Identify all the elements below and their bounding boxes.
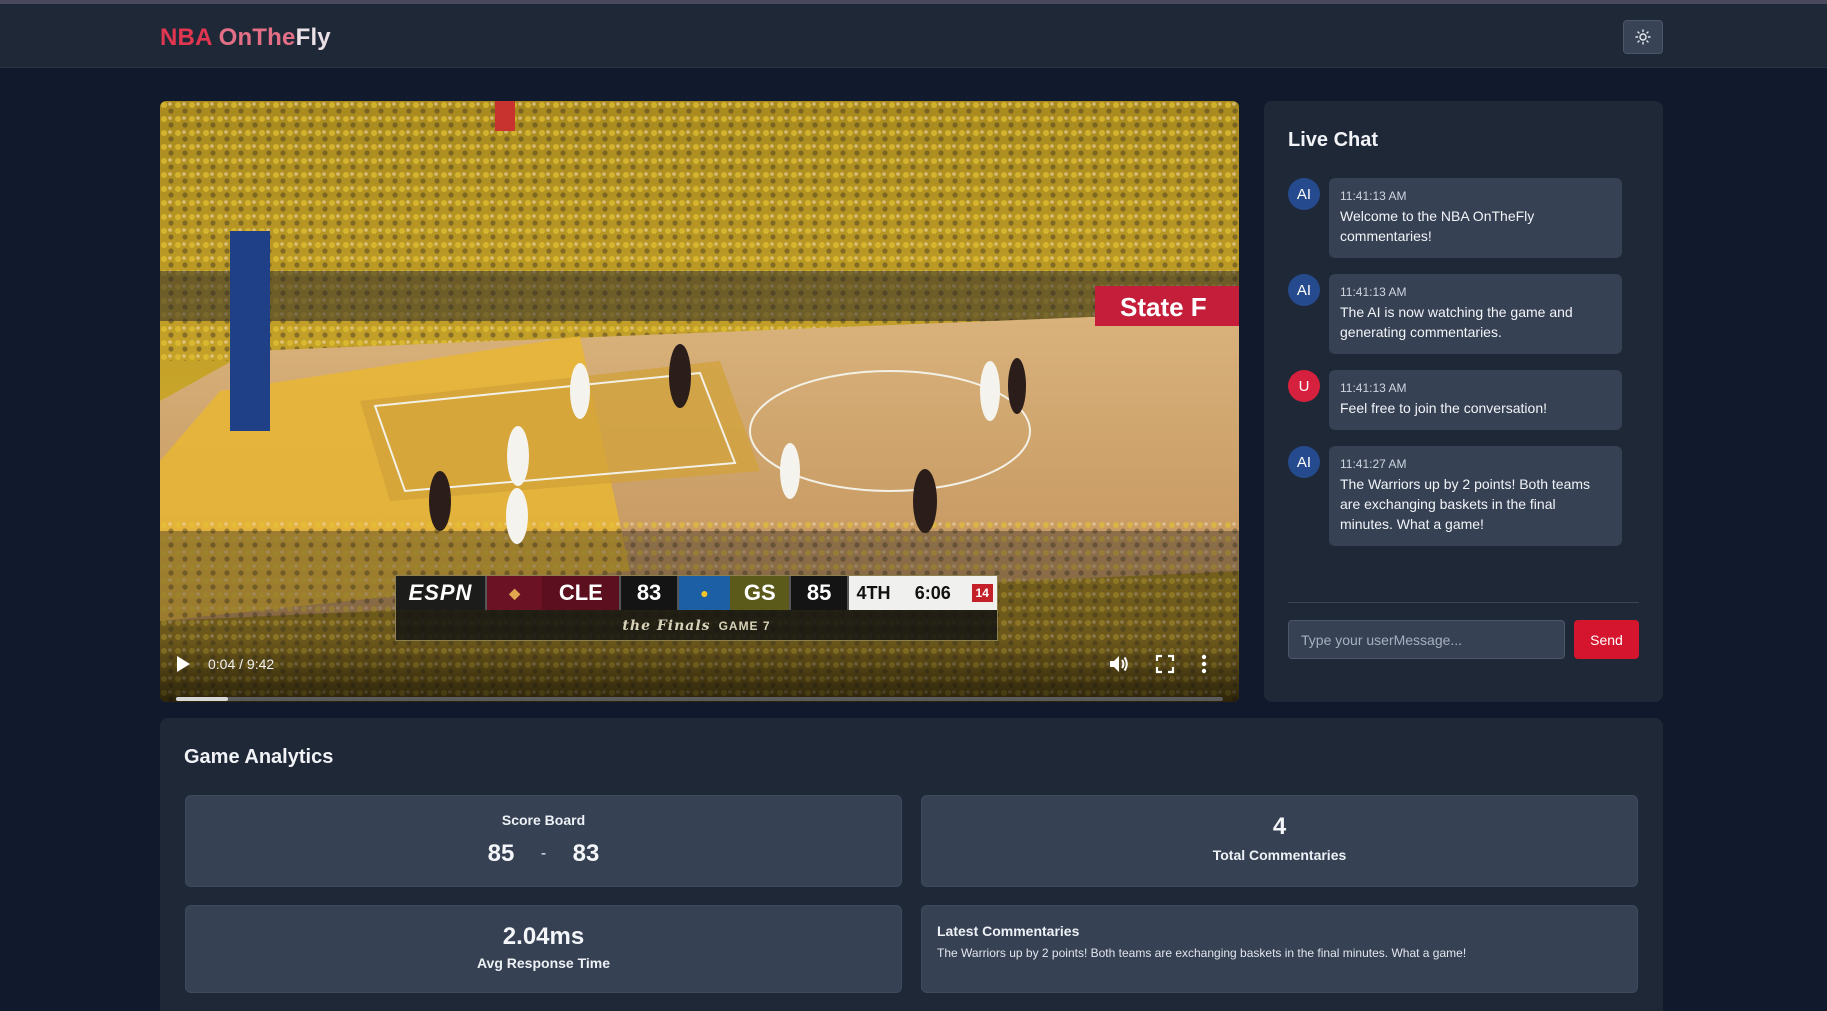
live-chat-panel: Live Chat AI 11:41:13 AM Welcome to the … bbox=[1264, 101, 1663, 702]
video-time-display: 0:04 / 9:42 bbox=[208, 656, 275, 672]
send-button[interactable]: Send bbox=[1574, 620, 1639, 659]
latest-commentaries-label: Latest Commentaries bbox=[937, 923, 1080, 939]
video-progress-bar[interactable] bbox=[176, 697, 1223, 701]
theme-toggle-button[interactable] bbox=[1623, 20, 1663, 54]
app-header: NBA OnTheFly bbox=[0, 4, 1827, 68]
chat-divider bbox=[1288, 602, 1639, 603]
video-player[interactable]: State F ESPN ◆ CLE 83 ● GS 85 4TH 6:06 1… bbox=[160, 101, 1239, 702]
volume-icon[interactable] bbox=[1108, 653, 1130, 675]
scorebug-footer: the Finals GAME 7 bbox=[396, 612, 997, 640]
avg-response-card: 2.04ms Avg Response Time bbox=[185, 905, 902, 993]
avatar: U bbox=[1288, 370, 1320, 402]
avatar: AI bbox=[1288, 178, 1320, 210]
scorebug-event: the Finals bbox=[622, 618, 711, 634]
video-progress-fill bbox=[176, 697, 229, 701]
message-text: Feel free to join the conversation! bbox=[1340, 400, 1548, 416]
scoreboard-scores: 85 - 83 bbox=[186, 840, 901, 868]
video-controls-bar: 0:04 / 9:42 bbox=[160, 641, 1239, 702]
message-timestamp: 11:41:13 AM bbox=[1340, 381, 1407, 395]
message-text: Welcome to the NBA OnTheFly commentaries… bbox=[1340, 208, 1535, 244]
message-text: The AI is now watching the game and gene… bbox=[1340, 304, 1573, 340]
avatar: AI bbox=[1288, 274, 1320, 306]
tv-scorebug: ESPN ◆ CLE 83 ● GS 85 4TH 6:06 14 the Fi… bbox=[395, 575, 998, 641]
home-score: 85 bbox=[487, 840, 515, 867]
total-commentaries-label: Total Commentaries bbox=[1212, 847, 1347, 863]
score-separator: - bbox=[540, 845, 547, 862]
scorebug-home-score: 85 bbox=[789, 576, 849, 610]
analytics-title: Game Analytics bbox=[184, 746, 334, 768]
chat-message-input[interactable] bbox=[1288, 620, 1565, 659]
scorebug-network: ESPN bbox=[396, 576, 487, 610]
scorebug-quarter: 4TH bbox=[848, 576, 899, 610]
brand-part-onthe: OnThe bbox=[218, 24, 296, 51]
scoreboard-label: Score Board bbox=[501, 812, 586, 828]
game-analytics-panel: Game Analytics Score Board 85 - 83 4 Tot… bbox=[160, 718, 1663, 1011]
more-options-icon[interactable] bbox=[1201, 653, 1207, 675]
latest-commentaries-card: Latest Commentaries The Warriors up by 2… bbox=[921, 905, 1638, 993]
total-commentaries-card: 4 Total Commentaries bbox=[921, 795, 1638, 887]
play-icon[interactable] bbox=[175, 655, 191, 673]
scorebug-home-team: GS bbox=[730, 576, 790, 610]
shot-clock-value: 14 bbox=[971, 584, 993, 602]
chat-title: Live Chat bbox=[1288, 129, 1379, 151]
chat-bubble: 11:41:13 AM Welcome to the NBA OnTheFly … bbox=[1329, 178, 1622, 258]
brand-part-fly: Fly bbox=[295, 24, 331, 51]
message-timestamp: 11:41:27 AM bbox=[1340, 457, 1407, 471]
app-logo-title: NBA OnTheFly bbox=[160, 24, 331, 52]
avg-response-label: Avg Response Time bbox=[476, 955, 611, 971]
message-text: The Warriors up by 2 points! Both teams … bbox=[1340, 476, 1591, 532]
chat-bubble: 11:41:13 AM The AI is now watching the g… bbox=[1329, 274, 1622, 354]
message-timestamp: 11:41:13 AM bbox=[1340, 285, 1407, 299]
message-timestamp: 11:41:13 AM bbox=[1340, 189, 1407, 203]
avg-response-value: 2.04ms bbox=[502, 923, 585, 950]
latest-commentaries-text: The Warriors up by 2 points! Both teams … bbox=[937, 946, 1467, 960]
svg-text:State F: State F bbox=[1120, 292, 1207, 322]
cavaliers-logo-icon: ◆ bbox=[486, 576, 543, 610]
scorebug-away-score: 83 bbox=[619, 576, 679, 610]
scorebug-game: GAME 7 bbox=[718, 619, 771, 633]
away-score: 83 bbox=[572, 840, 600, 867]
avatar: AI bbox=[1288, 446, 1320, 478]
chat-bubble: 11:41:27 AM The Warriors up by 2 points!… bbox=[1329, 446, 1622, 546]
sun-icon bbox=[1635, 29, 1651, 45]
warriors-logo-icon: ● bbox=[678, 576, 731, 610]
brand-part-nba: NBA bbox=[160, 24, 219, 51]
scoreboard-card: Score Board 85 - 83 bbox=[185, 795, 902, 887]
scorebug-away-team: CLE bbox=[542, 576, 620, 610]
total-commentaries-value: 4 bbox=[1272, 813, 1287, 840]
fullscreen-icon[interactable] bbox=[1155, 654, 1175, 674]
chat-bubble: 11:41:13 AM Feel free to join the conver… bbox=[1329, 370, 1622, 430]
scorebug-shot-clock: 14 bbox=[967, 576, 998, 610]
scorebug-clock: 6:06 bbox=[898, 576, 968, 610]
